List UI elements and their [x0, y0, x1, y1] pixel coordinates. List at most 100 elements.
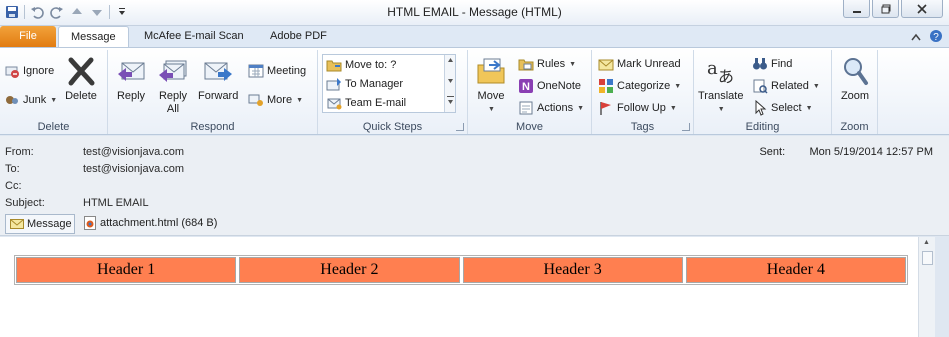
help-icon[interactable]: ?: [929, 29, 943, 46]
zoom-group-label: Zoom: [840, 121, 869, 133]
zoom-button[interactable]: Zoom: [838, 54, 872, 103]
collapse-ribbon-icon[interactable]: [911, 32, 921, 44]
title-bar: HTML EMAIL - Message (HTML): [0, 0, 949, 26]
respond-group: Reply Reply All Forward Meeting More ▼ Re…: [108, 50, 318, 134]
sent-row: Sent: Mon 5/19/2014 12:57 PM: [759, 146, 933, 158]
svg-text:N: N: [522, 81, 530, 93]
sent-label: Sent:: [759, 146, 786, 158]
meeting-button[interactable]: Meeting: [248, 61, 306, 81]
delete-label: Delete: [65, 90, 97, 102]
select-cursor-icon: [755, 100, 767, 116]
tab-adobe-pdf[interactable]: Adobe PDF: [258, 26, 339, 48]
move-dropdown-icon: ▼: [488, 106, 495, 113]
restore-icon: [881, 4, 890, 13]
forward-icon: [204, 62, 233, 81]
move-label: Move: [477, 90, 505, 102]
junk-button[interactable]: Junk ▼: [4, 90, 57, 110]
maximize-button[interactable]: [872, 0, 899, 18]
attachment-filename: attachment.html (684 B): [100, 217, 218, 229]
mark-unread-button[interactable]: Mark Unread: [598, 54, 681, 74]
more-dropdown-icon: ▼: [296, 96, 303, 104]
rules-icon: [518, 59, 534, 71]
forward-button[interactable]: Forward: [198, 54, 238, 103]
minimize-button[interactable]: [843, 0, 870, 18]
table-header-cell: Header 1: [16, 257, 237, 283]
sent-value: Mon 5/19/2014 12:57 PM: [809, 146, 933, 158]
subject-label: Subject:: [5, 197, 45, 209]
attachment-item[interactable]: attachment.html (684 B): [84, 216, 217, 230]
tags-dialog-launcher[interactable]: [682, 123, 690, 131]
move-to-label: Move to: ?: [345, 59, 397, 71]
move-group-label: Move: [516, 121, 543, 133]
reply-all-button[interactable]: Reply All: [156, 54, 190, 116]
zoom-magnifier-icon: [844, 58, 868, 85]
more-respond-button[interactable]: More ▼: [248, 90, 303, 110]
move-button[interactable]: Move ▼: [474, 54, 508, 116]
actions-button[interactable]: Actions ▼: [518, 98, 584, 118]
tab-mcafee-email-scan[interactable]: McAfee E-mail Scan: [132, 26, 256, 48]
from-value[interactable]: test@visionjava.com: [83, 146, 184, 158]
svg-text:?: ?: [933, 32, 939, 43]
mark-unread-icon: [598, 59, 614, 71]
team-email-icon: [327, 98, 342, 110]
more-label: More: [267, 94, 293, 106]
translate-dropdown-icon: ▼: [717, 106, 725, 113]
categorize-icon: [599, 79, 613, 93]
table-header-cell: Header 3: [462, 257, 683, 283]
close-button[interactable]: [901, 0, 943, 18]
quick-step-team-email[interactable]: Team E-mail: [326, 93, 406, 113]
delete-button[interactable]: Delete: [64, 54, 98, 103]
ribbon: Ignore Junk ▼ Delete Delete Reply Reply A: [0, 47, 949, 135]
rules-button[interactable]: Rules ▼: [518, 54, 576, 74]
select-button[interactable]: Select ▼: [752, 98, 813, 118]
ignore-label: Ignore: [23, 65, 55, 77]
quick-step-to-manager[interactable]: To Manager: [326, 74, 403, 94]
delete-x-icon: [68, 57, 95, 86]
translate-button[interactable]: aあ Translate ▼: [698, 54, 743, 116]
to-manager-icon: [326, 78, 341, 91]
editing-group-label: Editing: [745, 121, 780, 133]
mark-unread-label: Mark Unread: [617, 58, 681, 70]
ignore-button[interactable]: Ignore: [4, 61, 54, 81]
rules-dropdown-icon: ▼: [569, 60, 577, 68]
tab-file[interactable]: File: [0, 26, 56, 48]
message-tab-label: Message: [27, 218, 72, 230]
scroll-up-icon[interactable]: ▲: [923, 239, 930, 246]
reply-button[interactable]: Reply: [114, 54, 148, 103]
ribbon-tab-strip: File Message McAfee E-mail Scan Adobe PD…: [0, 26, 949, 49]
reply-all-label-line2: All: [166, 103, 180, 115]
follow-up-button[interactable]: Follow Up ▼: [598, 98, 677, 118]
body-vertical-scrollbar[interactable]: ▲: [918, 237, 935, 337]
find-button[interactable]: Find: [752, 54, 792, 74]
related-button[interactable]: Related ▼: [752, 76, 820, 96]
table-header-cell: Header 2: [239, 257, 460, 283]
message-view-tab[interactable]: Message: [5, 214, 75, 234]
tab-message[interactable]: Message: [58, 26, 129, 49]
categorize-button[interactable]: Categorize ▼: [598, 76, 681, 96]
onenote-label: OneNote: [537, 80, 582, 92]
related-icon: [753, 79, 768, 94]
move-folder-icon: [477, 58, 505, 84]
related-label: Related: [771, 80, 809, 92]
quick-step-move-to[interactable]: Move to: ?: [326, 55, 396, 75]
find-label: Find: [771, 58, 793, 70]
cc-label: Cc:: [5, 180, 22, 192]
junk-dropdown-icon: ▼: [50, 96, 58, 104]
select-dropdown-icon: ▼: [805, 104, 813, 112]
quick-steps-scrollbar[interactable]: [444, 55, 455, 112]
quick-steps-dialog-launcher[interactable]: [456, 123, 464, 131]
to-value[interactable]: test@visionjava.com: [83, 163, 184, 175]
zoom-group: Zoom Zoom: [832, 50, 878, 134]
ignore-icon: [5, 66, 19, 78]
translate-label: Translate: [698, 90, 744, 102]
quick-steps-gallery: Move to: ? To Manager Team E-mail: [322, 54, 456, 113]
scroll-thumb[interactable]: [922, 251, 933, 265]
reply-all-icon: [159, 60, 187, 82]
attachment-bar: Message attachment.html (684 B): [0, 212, 949, 236]
delete-group: Ignore Junk ▼ Delete Delete: [0, 50, 108, 134]
onenote-button[interactable]: N OneNote: [518, 76, 581, 96]
reply-icon: [118, 62, 145, 81]
from-row: From: test@visionjava.com: [5, 144, 184, 160]
from-label: From:: [5, 146, 34, 158]
svg-text:あ: あ: [718, 67, 734, 86]
